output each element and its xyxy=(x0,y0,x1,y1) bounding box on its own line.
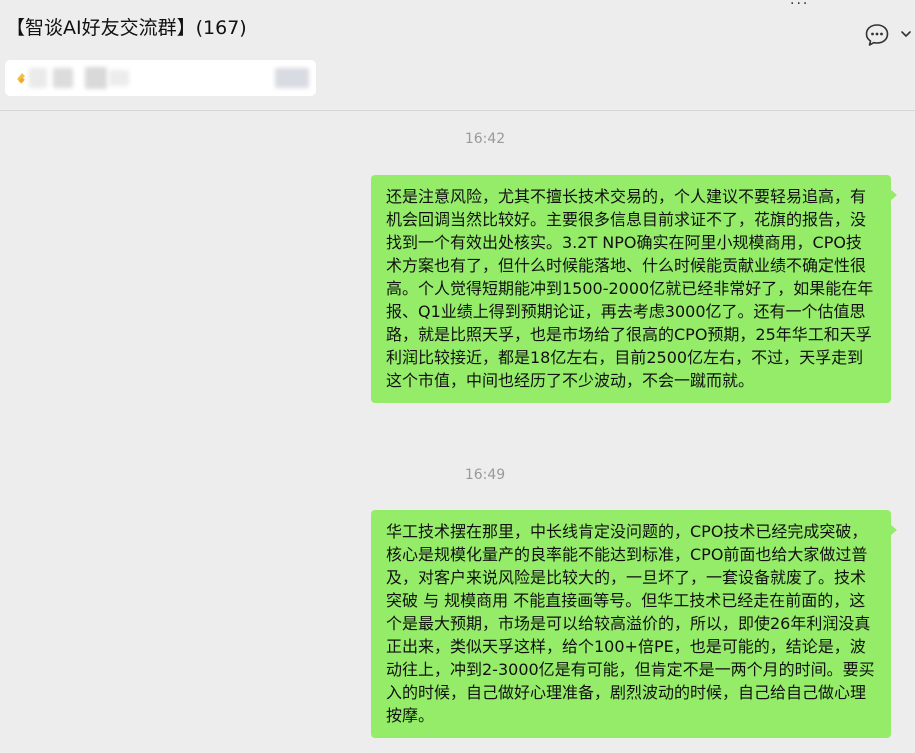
blurred-content xyxy=(275,68,309,88)
chat-header: ··· 【智谈AI好友交流群】(167) xyxy=(0,0,915,111)
blurred-content xyxy=(109,70,129,86)
chat-bubble-icon[interactable] xyxy=(864,22,890,48)
timestamp: 16:42 xyxy=(464,131,506,147)
blurred-content xyxy=(53,68,73,88)
pinned-message[interactable] xyxy=(5,60,316,96)
blurred-content xyxy=(29,68,47,88)
chevron-down-icon[interactable] xyxy=(899,27,913,41)
message-bubble[interactable]: 还是注意风险，尤其不擅长技术交易的，个人建议不要轻易追高，有机会回调当然比较好。… xyxy=(371,175,897,403)
blurred-content xyxy=(85,67,107,89)
message-area[interactable]: 16:42 还是注意风险，尤其不擅长技术交易的，个人建议不要轻易追高，有机会回调… xyxy=(0,111,915,753)
pinned-message-icon xyxy=(17,73,25,84)
group-title: 【智谈AI好友交流群】(167) xyxy=(6,17,247,39)
timestamp: 16:49 xyxy=(464,467,506,483)
window-dots[interactable]: ··· xyxy=(790,0,809,12)
message-bubble[interactable]: 华工技术摆在那里，中长线肯定没问题的，CPO技术已经完成突破，核心是规模化量产的… xyxy=(371,510,897,738)
